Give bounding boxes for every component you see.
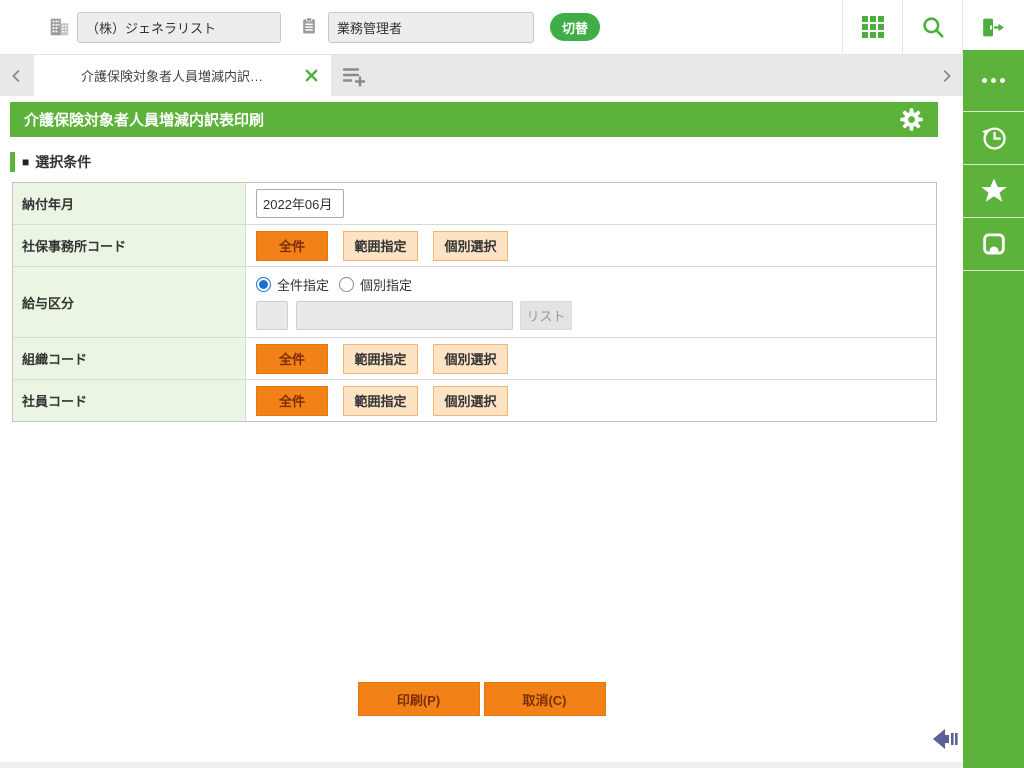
tray-icon bbox=[980, 230, 1008, 258]
add-tab-button[interactable] bbox=[331, 55, 377, 96]
row-employee-code: 社員コード 全件 範囲指定 個別選択 bbox=[13, 379, 936, 421]
settings-button[interactable] bbox=[899, 107, 924, 132]
employee-code-individual-button[interactable]: 個別選択 bbox=[433, 385, 508, 416]
ellipsis-icon bbox=[982, 78, 1005, 83]
salary-class-individual-label: 個別指定 bbox=[360, 277, 413, 293]
section-header: ■ 選択条件 bbox=[10, 152, 91, 172]
row-org-code: 組織コード 全件 範囲指定 個別選択 bbox=[13, 337, 936, 379]
section-title: 選択条件 bbox=[35, 154, 92, 170]
payment-month-input[interactable] bbox=[256, 189, 344, 218]
employee-code-all-button[interactable]: 全件 bbox=[256, 385, 328, 416]
gear-icon bbox=[900, 108, 923, 131]
office-code-range-button[interactable]: 範囲指定 bbox=[343, 230, 418, 261]
grid-icon bbox=[861, 16, 884, 38]
salary-class-all-radio[interactable] bbox=[256, 276, 271, 292]
row-payment-month: 納付年月 bbox=[13, 183, 936, 224]
row-label: 給与区分 bbox=[13, 267, 246, 337]
sidebar-memo-button[interactable] bbox=[963, 218, 1024, 271]
cancel-button[interactable]: 取消(C) bbox=[483, 682, 606, 716]
clipboard-icon bbox=[299, 16, 321, 38]
switch-button[interactable]: 切替 bbox=[550, 13, 600, 41]
tab-title: 介護保険対象者人員増減内訳… bbox=[80, 69, 263, 84]
row-salary-class: 給与区分 全件指定 個別指定 リスト bbox=[13, 266, 936, 337]
collapse-panel-button[interactable] bbox=[932, 728, 960, 755]
row-office-code: 社保事務所コード 全件 範囲指定 個別選択 bbox=[13, 224, 936, 266]
tab-bar: 介護保険対象者人員増減内訳… bbox=[0, 55, 963, 96]
print-button[interactable]: 印刷(P) bbox=[357, 682, 480, 716]
collapse-arrow-icon bbox=[933, 729, 958, 749]
logout-button[interactable] bbox=[962, 0, 1022, 54]
office-code-all-button[interactable]: 全件 bbox=[256, 230, 328, 261]
condition-table: 納付年月 社保事務所コード 全件 範囲指定 個別選択 給与区分 全件指定 bbox=[12, 182, 937, 422]
action-buttons: 印刷(P) 取消(C) bbox=[0, 682, 963, 716]
sidebar-menu-button[interactable] bbox=[963, 50, 1024, 112]
history-icon bbox=[979, 123, 1009, 153]
employee-code-range-button[interactable]: 範囲指定 bbox=[343, 385, 418, 416]
bottom-strip bbox=[0, 762, 963, 768]
tab-scroll-right-button[interactable] bbox=[929, 55, 963, 96]
salary-class-code-input bbox=[256, 300, 288, 330]
chevron-right-icon bbox=[937, 67, 955, 85]
role-input[interactable] bbox=[328, 11, 534, 43]
row-label: 納付年月 bbox=[13, 183, 246, 224]
salary-class-name-input bbox=[296, 300, 513, 330]
row-label: 社保事務所コード bbox=[13, 225, 246, 266]
search-icon bbox=[920, 14, 946, 40]
apps-menu-button[interactable] bbox=[842, 0, 902, 54]
row-label: 社員コード bbox=[13, 380, 246, 421]
search-button[interactable] bbox=[902, 0, 962, 54]
company-input[interactable] bbox=[77, 11, 281, 43]
row-label: 組織コード bbox=[13, 338, 246, 379]
page-title-bar: 介護保険対象者人員増減内訳表印刷 bbox=[10, 102, 938, 137]
app-header: 切替 bbox=[0, 0, 1024, 55]
header-actions bbox=[842, 0, 1022, 54]
right-sidebar bbox=[963, 50, 1024, 768]
main-content: 介護保険対象者人員増減内訳表印刷 ■ 選択条件 納付年月 2022年06月 社保… bbox=[0, 96, 963, 762]
logout-icon bbox=[979, 15, 1006, 40]
org-code-individual-button[interactable]: 個別選択 bbox=[433, 343, 508, 374]
sidebar-history-button[interactable] bbox=[963, 112, 1024, 165]
salary-class-list-button: リスト bbox=[520, 300, 572, 330]
star-icon bbox=[979, 176, 1009, 206]
section-marker: ■ bbox=[22, 155, 30, 169]
office-code-individual-button[interactable]: 個別選択 bbox=[433, 230, 508, 261]
tab-active[interactable]: 介護保険対象者人員増減内訳… bbox=[34, 55, 331, 96]
salary-class-individual-radio[interactable] bbox=[339, 276, 355, 292]
salary-class-all-label: 全件指定 bbox=[277, 277, 330, 293]
chevron-left-icon bbox=[8, 67, 26, 85]
org-code-range-button[interactable]: 範囲指定 bbox=[343, 343, 418, 374]
add-tab-icon bbox=[341, 65, 367, 87]
sidebar-favorites-button[interactable] bbox=[963, 165, 1024, 218]
building-icon bbox=[48, 16, 70, 38]
tab-scroll-left-button[interactable] bbox=[0, 55, 34, 96]
org-code-all-button[interactable]: 全件 bbox=[256, 343, 328, 374]
section-accent-bar bbox=[10, 152, 15, 172]
close-icon[interactable] bbox=[304, 68, 319, 83]
page-title: 介護保険対象者人員増減内訳表印刷 bbox=[24, 112, 265, 129]
